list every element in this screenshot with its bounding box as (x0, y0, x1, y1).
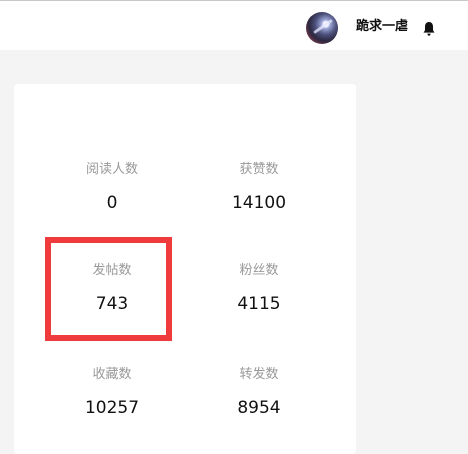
stat-value: 10257 (84, 398, 140, 418)
user-avatar[interactable] (306, 12, 338, 44)
stat-label: 粉丝数 (239, 263, 279, 278)
stat-label: 阅读人数 (85, 162, 138, 177)
stat-label: 获赞数 (239, 162, 279, 177)
stat-label: 转发数 (239, 367, 279, 382)
stat-shares[interactable]: 转发数 8954 (184, 367, 334, 418)
highlight-annotation (45, 237, 172, 341)
stat-favorites[interactable]: 收藏数 10257 (37, 367, 187, 418)
bell-icon[interactable] (422, 21, 436, 37)
stat-read-count[interactable]: 阅读人数 0 (37, 162, 187, 213)
stat-label: 收藏数 (92, 367, 132, 382)
avatar-image-detail (313, 18, 333, 35)
top-header: 跪求一虐 (0, 0, 468, 50)
stat-value: 14100 (231, 193, 287, 213)
stat-value: 4115 (237, 294, 281, 314)
username-label[interactable]: 跪求一虐 (356, 19, 408, 35)
stat-followers[interactable]: 粉丝数 4115 (184, 263, 334, 314)
stat-value: 0 (106, 193, 118, 213)
stat-likes[interactable]: 获赞数 14100 (184, 162, 334, 213)
stat-value: 8954 (237, 398, 281, 418)
